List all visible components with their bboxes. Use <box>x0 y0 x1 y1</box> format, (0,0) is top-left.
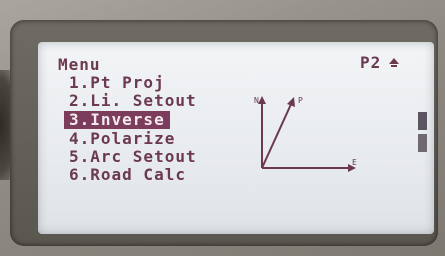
menu-title: Menu <box>58 55 101 74</box>
menu-item-arc-setout[interactable]: 5.Arc Setout <box>69 148 197 166</box>
azimuth-arrow-icon <box>287 97 295 107</box>
menu-item-inverse[interactable]: 3.Inverse <box>64 111 170 129</box>
up-arrow-icon[interactable] <box>388 57 400 69</box>
device-housing: Menu P2 1.Pt Proj 2.Li. Setout 3.Inverse… <box>0 0 445 256</box>
east-label: E <box>352 158 357 167</box>
menu-item-road-calc[interactable]: 6.Road Calc <box>69 166 186 184</box>
north-label: N <box>254 96 259 105</box>
page-indicator: P2 <box>360 53 382 72</box>
north-arrow-icon <box>258 96 266 104</box>
azimuth-label: P <box>298 96 303 105</box>
menu-item-pt-proj[interactable]: 1.Pt Proj <box>69 74 165 92</box>
scrollbar[interactable] <box>418 112 427 154</box>
scrollbar-track <box>418 134 427 152</box>
menu-item-li-setout[interactable]: 2.Li. Setout <box>69 92 197 110</box>
scrollbar-thumb[interactable] <box>418 112 427 130</box>
menu-item-polarize[interactable]: 4.Polarize <box>69 130 175 148</box>
inverse-diagram: N P E <box>254 96 357 172</box>
azimuth-line <box>261 101 293 169</box>
lcd-screen: Menu P2 1.Pt Proj 2.Li. Setout 3.Inverse… <box>38 42 434 234</box>
